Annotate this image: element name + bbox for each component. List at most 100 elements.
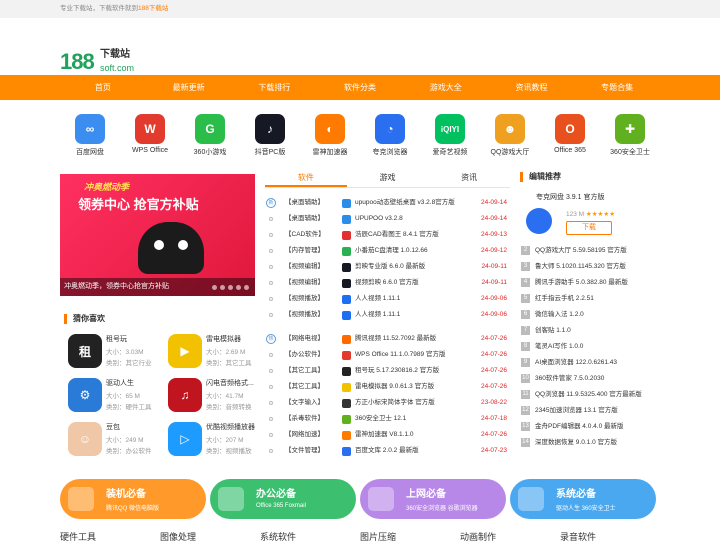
carousel-dot[interactable] [212, 285, 217, 290]
tab-games[interactable]: 游戏 [347, 170, 429, 187]
list-item[interactable]: 【文件管理】 百度文库 2.0.2 最新版 24-07-23 [265, 443, 510, 459]
editor-item[interactable]: 14 深度数据恢复 9.0.1.0 官方版 [518, 435, 660, 451]
carousel-dot[interactable] [220, 285, 225, 290]
editor-item[interactable]: 3 鲁大师 5.1020.1145.320 官方版 [518, 259, 660, 275]
list-title[interactable]: 人人视频 1.11.1 [355, 307, 475, 323]
app-3[interactable]: ♪ 抖音PC版 [240, 110, 300, 160]
category-links[interactable]: 驱动人生 360安全卫士 [556, 503, 616, 512]
list-category[interactable]: 【桌面辅助】 [285, 195, 324, 211]
footer-category[interactable]: 系统软件 [260, 530, 360, 542]
list-category[interactable]: 【视频播放】 [285, 307, 324, 323]
promo-banner[interactable]: 冲奥燃动季 领券中心 抢官方补贴 冲奥燃动季，领券中心抢官方补贴 [60, 174, 255, 296]
guess-item[interactable]: ♫ 闪电音频格式... 大小：41.7M 类别：音频转换 [160, 378, 257, 420]
list-item[interactable]: 【桌面辅助】 UPUPOO v3.2.8 24-09-14 [265, 211, 510, 227]
editor-item-title[interactable]: 红手指云手机 2.2.51 [535, 291, 594, 307]
list-item[interactable]: 【杀毒软件】 360安全卫士 12.1 24-07-18 [265, 411, 510, 427]
app-9[interactable]: ✚ 360安全卫士 [600, 110, 660, 160]
list-item[interactable]: 【网络加速】 雷神加速器 V8.1.1.0 24-07-26 [265, 427, 510, 443]
list-title[interactable]: 视频剪映 6.6.0 官方版 [355, 275, 475, 291]
list-title[interactable]: 小番茄C盘清理 1.0.12.66 [355, 243, 475, 259]
editor-item-title[interactable]: 360软件管家 7.5.0.2030 [535, 371, 604, 387]
category-links[interactable]: Office 365 Foxmail [256, 503, 306, 509]
list-title[interactable]: upupoo动态壁纸桌面 v3.2.8官方版 [355, 195, 475, 211]
editor-item-title[interactable]: 创客贴 1.1.0 [535, 323, 571, 339]
list-title[interactable]: 剪映专业版 6.6.0 最新版 [355, 259, 475, 275]
category-box[interactable]: 上网必备 360安全浏览器 谷歌浏览器 [360, 479, 506, 519]
list-item[interactable]: 【视频播放】 人人视频 1.11.1 24-09-06 [265, 307, 510, 323]
nav-games[interactable]: 游戏大全 [403, 75, 489, 100]
nav-topics[interactable]: 专题合集 [574, 75, 660, 100]
carousel-dot[interactable] [244, 285, 249, 290]
list-category[interactable]: 【内存管理】 [285, 243, 324, 259]
nav-software[interactable]: 软件分类 [317, 75, 403, 100]
app-6[interactable]: iQIYI 爱奇艺视频 [420, 110, 480, 160]
editor-item[interactable]: 6 微信输入法 1.2.0 [518, 307, 660, 323]
guess-name[interactable]: 优酷视频播放器 [206, 422, 255, 432]
site-logo[interactable]: 188 下载站 soft.com [60, 49, 150, 75]
list-category[interactable]: 【文字输入】 [285, 395, 324, 411]
list-category[interactable]: 【网络电视】 [285, 331, 324, 347]
category-links[interactable]: 360安全浏览器 谷歌浏览器 [406, 503, 478, 512]
carousel-dot[interactable] [236, 285, 241, 290]
category-links[interactable]: 腾讯QQ 微信电脑版 [106, 503, 159, 512]
list-title[interactable]: 浩辰CAD看图王 8.4.1 官方版 [355, 227, 475, 243]
category-box[interactable]: 办公必备 Office 365 Foxmail [210, 479, 356, 519]
list-item[interactable]: 【办公软件】 WPS Office 11.1.0.7989 官方版 24-07-26 [265, 347, 510, 363]
guess-item[interactable]: ⚙ 驱动人生 大小：65 M 类别：硬件工具 [60, 378, 157, 420]
editor-item[interactable]: 4 腾讯手游助手 5.0.382.80 最新版 [518, 275, 660, 291]
download-button[interactable]: 下载 [566, 221, 612, 235]
nav-home[interactable]: 首页 [60, 75, 146, 100]
editor-item-title[interactable]: QQ游戏大厅 5.59.58195 官方版 [535, 243, 627, 259]
editor-item[interactable]: 12 2345加速浏览器 13.1 官方版 [518, 403, 660, 419]
top-bar-highlight[interactable]: 188下载站 [138, 5, 168, 12]
list-title[interactable]: 租号玩 5.17.230816.2 官方版 [355, 363, 475, 379]
footer-category[interactable]: 图片压缩 [360, 530, 460, 542]
editor-item[interactable]: 5 红手指云手机 2.2.51 [518, 291, 660, 307]
editor-item-title[interactable]: 笔灵AI写作 1.0.0 [535, 339, 583, 355]
guess-name[interactable]: 租号玩 [106, 334, 127, 344]
list-item[interactable]: 新【桌面辅助】 upupoo动态壁纸桌面 v3.2.8官方版 24-09-14 [265, 195, 510, 211]
category-box[interactable]: 装机必备 腾讯QQ 微信电脑版 [60, 479, 206, 519]
list-category[interactable]: 【桌面辅助】 [285, 211, 324, 227]
list-category[interactable]: 【文件管理】 [285, 443, 324, 459]
editor-item-title[interactable]: AI桌面浏览器 122.0.6261.43 [535, 355, 617, 371]
list-title[interactable]: 360安全卫士 12.1 [355, 411, 475, 427]
guess-item[interactable]: ☺ 豆包 大小：249 M 类别：办公软件 [60, 422, 157, 464]
list-item[interactable]: 【视频编辑】 视频剪映 6.6.0 官方版 24-09-11 [265, 275, 510, 291]
guess-name[interactable]: 雷电模拟器 [206, 334, 241, 344]
app-0[interactable]: ∞ 百度网盘 [60, 110, 120, 160]
list-category[interactable]: 【视频编辑】 [285, 275, 324, 291]
footer-category[interactable]: 动画制作 [460, 530, 560, 542]
editor-item-title[interactable]: QQ浏览器 11.9.5325.400 官方最新版 [535, 387, 642, 403]
tab-software[interactable]: 软件 [265, 170, 347, 187]
nav-ranking[interactable]: 下载排行 [231, 75, 317, 100]
guess-item[interactable]: 租租号玩 大小：3.03M 类别：其它行业 [60, 334, 157, 376]
list-category[interactable]: 【CAD软件】 [285, 227, 325, 243]
list-category[interactable]: 【杀毒软件】 [285, 411, 324, 427]
editor-item[interactable]: 11 QQ浏览器 11.9.5325.400 官方最新版 [518, 387, 660, 403]
list-category[interactable]: 【其它工具】 [285, 363, 324, 379]
editor-item[interactable]: 13 金舟PDF编辑器 4.0.4.0 最新版 [518, 419, 660, 435]
guess-name[interactable]: 豆包 [106, 422, 120, 432]
list-title[interactable]: 百度文库 2.0.2 最新版 [355, 443, 475, 459]
list-item[interactable]: 热【网络电视】 腾讯视频 11.52.7092 最新版 24-07-26 [265, 331, 510, 347]
list-title[interactable]: WPS Office 11.1.0.7989 官方版 [355, 347, 475, 363]
nav-latest[interactable]: 最新更新 [146, 75, 232, 100]
list-title[interactable]: UPUPOO v3.2.8 [355, 211, 475, 227]
list-category[interactable]: 【其它工具】 [285, 379, 324, 395]
editor-item[interactable]: 2 QQ游戏大厅 5.59.58195 官方版 [518, 243, 660, 259]
app-2[interactable]: G 360小游戏 [180, 110, 240, 160]
list-title[interactable]: 方正小标宋简体字体 官方版 [355, 395, 475, 411]
editor-item-title[interactable]: 金舟PDF编辑器 4.0.4.0 最新版 [535, 419, 624, 435]
tab-news[interactable]: 资讯 [428, 170, 510, 187]
list-title[interactable]: 雷神加速器 V8.1.1.0 [355, 427, 475, 443]
editor-item[interactable]: 8 笔灵AI写作 1.0.0 [518, 339, 660, 355]
app-1[interactable]: W WPS Office [120, 110, 180, 160]
editor-item-title[interactable]: 2345加速浏览器 13.1 官方版 [535, 403, 618, 419]
footer-category[interactable]: 图像处理 [160, 530, 260, 542]
list-item[interactable]: 【其它工具】 租号玩 5.17.230816.2 官方版 24-07-26 [265, 363, 510, 379]
app-5[interactable]: ◔ 夸克浏览器 [360, 110, 420, 160]
list-item[interactable]: 【CAD软件】 浩辰CAD看图王 8.4.1 官方版 24-09-13 [265, 227, 510, 243]
guess-name[interactable]: 驱动人生 [106, 378, 134, 388]
list-category[interactable]: 【办公软件】 [285, 347, 324, 363]
